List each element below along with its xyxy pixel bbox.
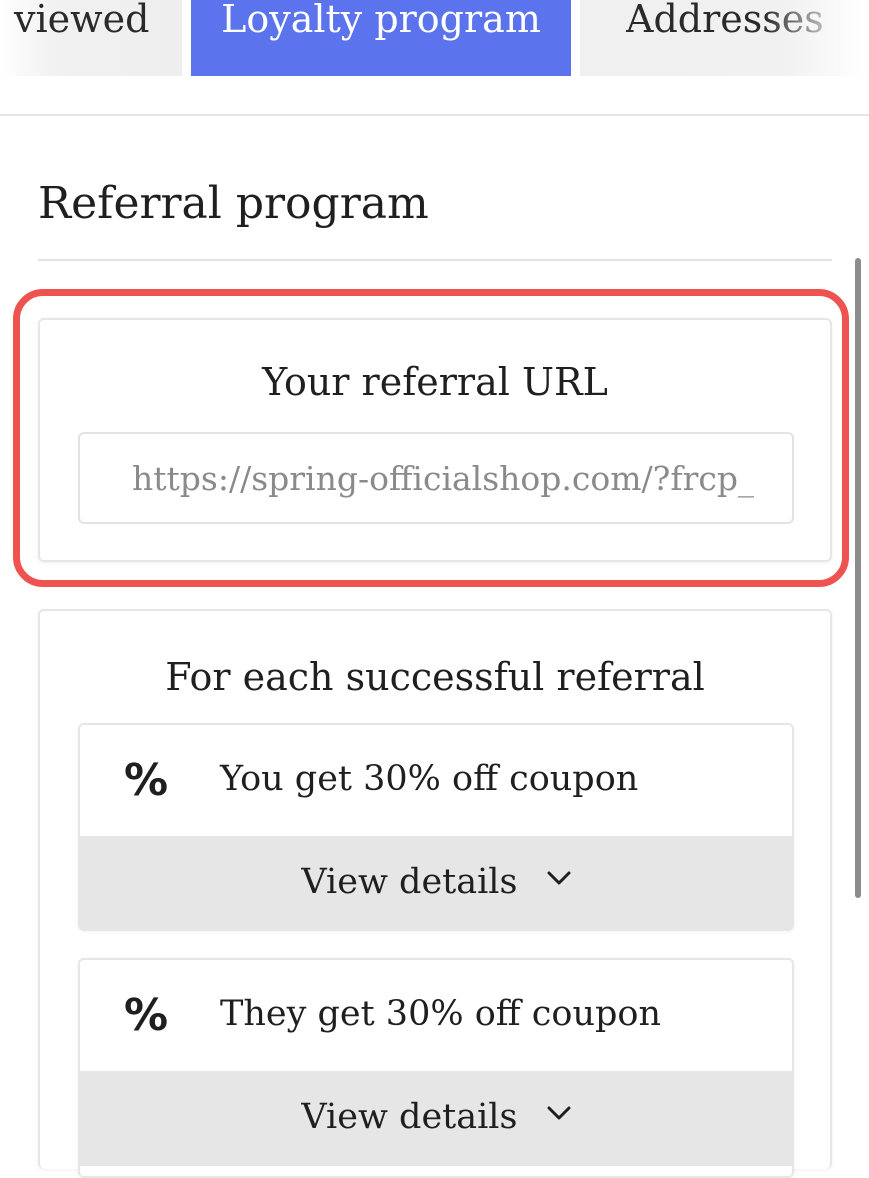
tab-label: Loyalty program: [221, 0, 541, 41]
tab-label: viewed: [14, 0, 150, 41]
tab-loyalty-program[interactable]: Loyalty program: [191, 0, 571, 76]
benefit-text: You get 30% off coupon: [220, 759, 639, 799]
view-details-button[interactable]: View details: [80, 1071, 792, 1166]
benefit-item: % You get 30% off coupon View details: [78, 723, 794, 931]
benefit-row: % You get 30% off coupon: [80, 725, 792, 835]
section-title: Referral program: [38, 178, 429, 229]
view-details-label: View details: [301, 1097, 518, 1137]
tab-recently-viewed[interactable]: viewed: [0, 0, 182, 76]
benefits-title: For each successful referral: [165, 655, 705, 699]
tab-bar: viewed Loyalty program Addresses: [0, 0, 869, 78]
tabs-divider: [0, 114, 869, 116]
chevron-down-icon: [547, 1106, 571, 1120]
highlight-frame: [13, 289, 849, 587]
scrollbar[interactable]: [855, 258, 861, 898]
referral-benefits-card: For each successful referral % You get 3…: [38, 609, 832, 1178]
view-details-button[interactable]: View details: [80, 836, 792, 929]
percent-icon: %: [124, 755, 169, 806]
benefit-item: % They get 30% off coupon View details: [78, 958, 794, 1178]
benefit-row: % They get 30% off coupon: [80, 960, 792, 1070]
benefit-text: They get 30% off coupon: [220, 994, 662, 1034]
view-details-label: View details: [301, 862, 518, 902]
section-divider: [38, 259, 832, 261]
chevron-down-icon: [547, 871, 571, 885]
tab-label: Addresses: [626, 0, 824, 41]
percent-icon: %: [124, 990, 169, 1041]
tab-addresses[interactable]: Addresses: [580, 0, 869, 76]
